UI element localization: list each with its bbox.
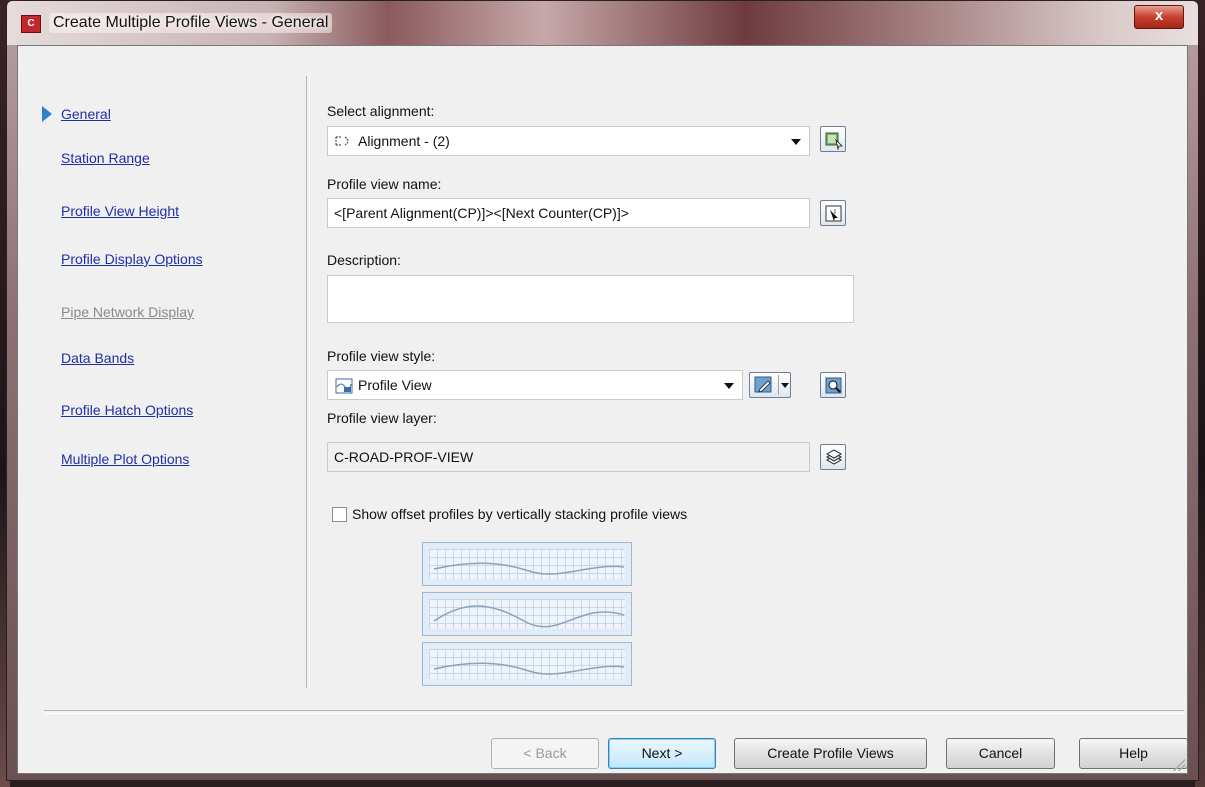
nav-item-profile-hatch-options[interactable]: Profile Hatch Options [61,402,193,418]
profile-curve-graphic [433,562,625,575]
footer-divider [44,710,1184,714]
description-field[interactable] [327,275,854,323]
description-label: Description: [327,252,401,268]
layers-icon [825,449,843,465]
pick-from-drawing-icon [825,132,843,150]
profile-view-style-label: Profile view style: [327,348,436,364]
chevron-down-icon [791,139,801,145]
profile-curve-graphic [433,662,625,675]
chevron-down-icon [724,383,734,389]
profile-view-name-label: Profile view name: [327,176,442,192]
help-button[interactable]: Help [1079,738,1188,769]
profile-view-style-combo[interactable]: Profile View [327,370,743,400]
profile-view-style-icon [334,371,356,408]
select-alignment-label: Select alignment: [327,103,435,119]
preview-panel-top [422,542,632,586]
dialog-client-area: General Station Range Profile View Heigh… [17,45,1188,774]
profile-view-layer-label: Profile view layer: [327,410,437,426]
close-button[interactable]: x [1134,5,1184,29]
next-button[interactable]: Next > [608,738,716,769]
dialog-window: C Create Multiple Profile Views - Genera… [6,0,1199,781]
resize-grip[interactable] [1173,759,1185,771]
profile-view-name-field[interactable]: <[Parent Alignment(CP)]><[Next Counter(C… [327,198,810,228]
nav-item-multiple-plot-options[interactable]: Multiple Plot Options [61,451,189,467]
profile-curve-graphic [433,605,625,628]
nav-item-profile-view-height[interactable]: Profile View Height [61,203,179,219]
stack-profiles-label: Show offset profiles by vertically stack… [352,506,688,522]
back-button: < Back [491,738,599,769]
civil3d-app-icon: C [21,15,41,33]
nav-item-pipe-network-display: Pipe Network Display [61,304,195,320]
preview-panel-bottom [422,642,632,686]
preview-style-button[interactable] [820,372,846,398]
vertical-divider [306,76,310,688]
create-profile-views-button[interactable]: Create Profile Views [734,738,927,769]
stack-profiles-checkbox[interactable] [332,507,347,522]
style-edit-split-button[interactable] [749,372,791,398]
title-bar[interactable]: C Create Multiple Profile Views - Genera… [7,1,1198,45]
nav-item-profile-display-options[interactable]: Profile Display Options [61,251,203,267]
wizard-nav: General Station Range Profile View Heigh… [18,46,306,686]
nav-item-data-bands[interactable]: Data Bands [61,350,134,366]
preview-magnifier-icon [825,377,842,394]
stacked-profiles-preview [422,542,634,686]
current-page-arrow-icon [42,106,52,122]
nav-item-station-range[interactable]: Station Range [61,150,150,166]
edit-name-template-button[interactable]: I [820,200,846,226]
split-divider [778,375,779,395]
chevron-down-icon[interactable] [781,383,789,388]
profile-view-style-value: Profile View [358,377,432,393]
preview-panel-middle [422,592,632,636]
alignment-value: Alignment - (2) [358,133,450,149]
name-template-icon: I [825,205,842,222]
edit-style-icon [754,376,772,393]
cancel-button[interactable]: Cancel [946,738,1055,769]
window-title: Create Multiple Profile Views - General [49,13,333,33]
select-layer-button[interactable] [820,444,846,470]
nav-item-general[interactable]: General [61,106,111,122]
pick-alignment-in-drawing-button[interactable] [820,126,846,152]
alignment-icon [334,127,356,164]
profile-view-layer-field: C-ROAD-PROF-VIEW [327,442,810,472]
alignment-combo[interactable]: Alignment - (2) [327,126,810,156]
